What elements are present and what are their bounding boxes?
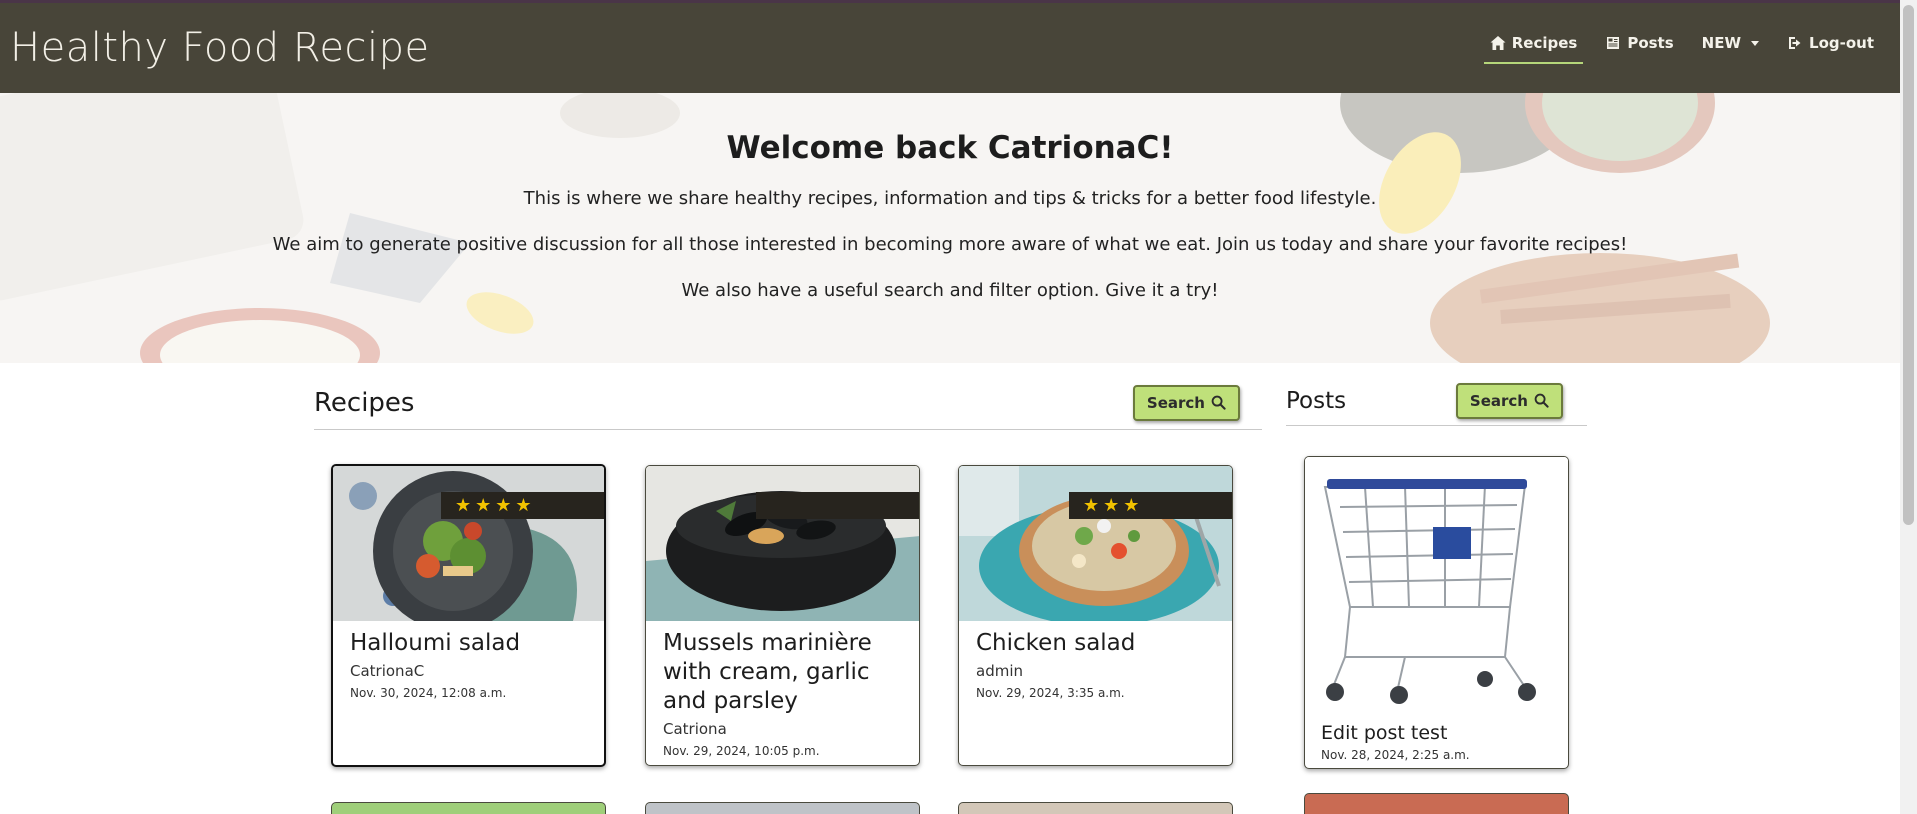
nav-item-label: NEW xyxy=(1701,34,1742,52)
post-image xyxy=(1305,457,1568,712)
posts-search-button[interactable]: Search xyxy=(1455,382,1563,419)
star-icon: ★ xyxy=(455,494,472,516)
sign-out-icon xyxy=(1789,37,1801,49)
recipe-image: ★ ★ ★ ★ xyxy=(333,466,604,621)
nav-item-new-dropdown[interactable]: NEW xyxy=(1696,30,1765,64)
star-icon: ★ xyxy=(1123,494,1140,516)
recipe-title[interactable]: Mussels marinière with cream, garlic and… xyxy=(663,629,902,716)
recipe-card[interactable]: ★ ★ ★ Chicken salad admin Nov. 29, 2024,… xyxy=(958,465,1233,766)
rating-bar: ★ ★ ★ ★ xyxy=(441,492,604,519)
recipes-header: Recipes Search xyxy=(314,376,1262,430)
card-body: Halloumi salad CatrionaC Nov. 30, 2024, … xyxy=(333,621,604,710)
page-scrollbar[interactable] xyxy=(1900,0,1917,814)
intro-text-1: This is where we share healthy recipes, … xyxy=(523,188,1377,209)
brand-logo[interactable]: Healthy Food Recipe xyxy=(10,25,430,71)
recipe-card[interactable]: ★ ★ ★ ★ Halloumi salad CatrionaC Nov. 30… xyxy=(331,464,606,767)
nav-item-logout[interactable]: Log-out xyxy=(1781,30,1880,64)
post-date: Nov. 28, 2024, 2:25 a.m. xyxy=(1321,748,1470,762)
search-button-label: Search xyxy=(1146,393,1205,412)
navbar: Healthy Food Recipe Recipes Posts NEW Lo… xyxy=(0,3,1900,93)
recipe-author: CatrionaC xyxy=(350,662,425,680)
search-button-label: Search xyxy=(1469,391,1528,410)
card-body: Mussels marinière with cream, garlic and… xyxy=(646,621,919,765)
star-icon: ★ xyxy=(515,494,532,516)
nav-item-recipes[interactable]: Recipes xyxy=(1483,30,1584,64)
recipe-author: admin xyxy=(976,662,1023,680)
recipe-title[interactable]: Halloumi salad xyxy=(350,629,587,658)
hero-content: Welcome back CatrionaC! This is where we… xyxy=(0,93,1900,301)
home-icon xyxy=(1490,36,1506,50)
search-icon xyxy=(1211,395,1226,410)
post-title[interactable]: Edit post test xyxy=(1321,722,1552,744)
recipe-card-peek[interactable] xyxy=(331,802,606,814)
card-body: Edit post test Nov. 28, 2024, 2:25 a.m. xyxy=(1305,716,1568,768)
welcome-title: Welcome back CatrionaC! xyxy=(726,130,1174,166)
rating-bar xyxy=(756,492,919,519)
search-icon xyxy=(1534,393,1549,408)
posts-heading: Posts xyxy=(1286,387,1347,414)
rating-bar: ★ ★ ★ xyxy=(1069,492,1232,519)
recipe-card[interactable]: Mussels marinière with cream, garlic and… xyxy=(645,465,920,766)
recipe-date: Nov. 30, 2024, 12:08 a.m. xyxy=(350,686,507,700)
recipe-image xyxy=(646,466,919,621)
nav-menu: Recipes Posts NEW Log-out xyxy=(1468,30,1880,64)
recipe-image: ★ ★ ★ xyxy=(959,466,1232,621)
hero-banner: Welcome back CatrionaC! This is where we… xyxy=(0,93,1900,363)
caret-down-icon xyxy=(1751,40,1760,46)
posts-header: Posts Search xyxy=(1286,376,1587,426)
post-card[interactable]: Edit post test Nov. 28, 2024, 2:25 a.m. xyxy=(1304,456,1569,769)
star-icon: ★ xyxy=(495,494,512,516)
card-body: Chicken salad admin Nov. 29, 2024, 3:35 … xyxy=(959,621,1232,710)
star-icon: ★ xyxy=(1083,494,1100,516)
star-icon: ★ xyxy=(1103,494,1120,516)
recipe-card-peek[interactable] xyxy=(645,802,920,814)
intro-text-2: We aim to generate positive discussion f… xyxy=(272,234,1628,255)
nav-item-label: Recipes xyxy=(1511,34,1578,52)
post-card-peek[interactable] xyxy=(1304,793,1569,814)
nav-item-posts[interactable]: Posts xyxy=(1599,30,1679,64)
scrollbar-thumb[interactable] xyxy=(1903,5,1914,525)
newspaper-icon xyxy=(1607,37,1620,49)
recipes-search-button[interactable]: Search xyxy=(1132,384,1240,421)
recipe-date: Nov. 29, 2024, 3:35 a.m. xyxy=(976,686,1125,700)
recipes-heading: Recipes xyxy=(314,387,415,418)
nav-item-label: Posts xyxy=(1627,34,1674,52)
recipe-author: Catriona xyxy=(663,720,727,738)
nav-item-label: Log-out xyxy=(1809,34,1874,52)
intro-text-3: We also have a useful search and filter … xyxy=(681,280,1219,301)
recipe-date: Nov. 29, 2024, 10:05 p.m. xyxy=(663,744,820,758)
star-icon: ★ xyxy=(475,494,492,516)
recipe-card-peek[interactable] xyxy=(958,802,1233,814)
recipe-title[interactable]: Chicken salad xyxy=(976,629,1215,658)
